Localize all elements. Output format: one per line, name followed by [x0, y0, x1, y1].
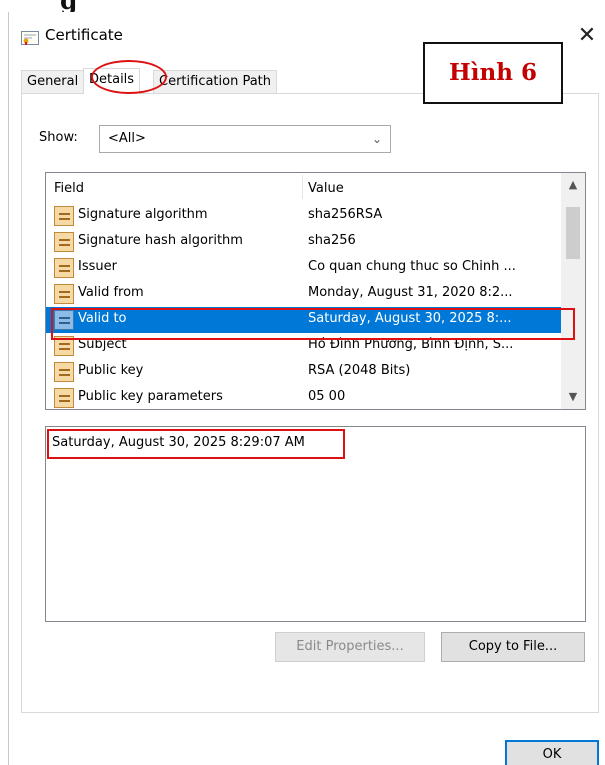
show-dropdown-value: <All>: [108, 131, 146, 146]
list-row[interactable]: Signature algorithm sha256RSA: [46, 203, 561, 229]
field-icon: [54, 310, 74, 330]
list-header: Field Value: [46, 173, 561, 201]
list-row[interactable]: Issuer Co quan chung thuc so Chinh ...: [46, 255, 561, 281]
show-dropdown[interactable]: <All> ⌄: [99, 125, 391, 153]
scroll-down-arrow-icon[interactable]: ▼: [561, 385, 585, 409]
row-field: Valid from: [78, 285, 144, 300]
show-label: Show:: [39, 130, 78, 145]
ok-button[interactable]: OK: [505, 740, 599, 765]
field-icon: [54, 206, 74, 226]
tab-certification-path[interactable]: Certification Path: [153, 70, 278, 94]
list-row[interactable]: Public key parameters 05 00: [46, 385, 561, 409]
column-divider: [302, 175, 303, 199]
scroll-up-arrow-icon[interactable]: ▲: [561, 173, 585, 197]
row-value: Hồ Đình Phương, Bình Định, S...: [308, 337, 514, 352]
row-value: Monday, August 31, 2020 8:2...: [308, 285, 513, 300]
row-field: Issuer: [78, 259, 117, 274]
row-field: Valid to: [78, 311, 127, 326]
row-value: Co quan chung thuc so Chinh ...: [308, 259, 516, 274]
vertical-scrollbar[interactable]: ▲ ▼: [561, 173, 585, 409]
column-header-field[interactable]: Field: [54, 181, 84, 196]
list-row[interactable]: Subject Hồ Đình Phương, Bình Định, S...: [46, 333, 561, 359]
field-icon: [54, 388, 74, 408]
certificate-icon: [21, 31, 39, 45]
fields-list[interactable]: Field Value Signature algorithm sha256RS…: [45, 172, 586, 410]
row-field: Subject: [78, 337, 127, 352]
row-field: Signature hash algorithm: [78, 233, 243, 248]
value-detail-box[interactable]: Saturday, August 30, 2025 8:29:07 AM: [45, 426, 586, 622]
row-field: Public key: [78, 363, 144, 378]
window-title: Certificate: [45, 26, 123, 44]
list-row[interactable]: Public key RSA (2048 Bits): [46, 359, 561, 385]
field-icon: [54, 362, 74, 382]
close-button[interactable]: ✕: [569, 20, 605, 52]
row-value: Saturday, August 30, 2025 8:...: [308, 311, 512, 326]
field-icon: [54, 336, 74, 356]
list-row-selected[interactable]: Valid to Saturday, August 30, 2025 8:...: [46, 307, 561, 333]
chevron-down-icon: ⌄: [371, 132, 382, 146]
certificate-dialog: Certificate ✕ General Details Certificat…: [8, 12, 605, 765]
list-rows: Signature algorithm sha256RSA Signature …: [46, 203, 561, 409]
list-row[interactable]: Valid from Monday, August 31, 2020 8:2..…: [46, 281, 561, 307]
figure-label: Hình 6: [423, 42, 563, 104]
scroll-thumb[interactable]: [566, 207, 580, 259]
field-icon: [54, 284, 74, 304]
row-field: Signature algorithm: [78, 207, 208, 222]
column-header-value[interactable]: Value: [308, 181, 344, 196]
field-icon: [54, 258, 74, 278]
row-value: 05 00: [308, 389, 346, 404]
copy-to-file-button[interactable]: Copy to File...: [441, 632, 585, 662]
tab-details[interactable]: Details: [83, 68, 141, 94]
edit-properties-button[interactable]: Edit Properties...: [275, 632, 425, 662]
field-icon: [54, 232, 74, 252]
row-field: Public key parameters: [78, 389, 223, 404]
row-value: RSA (2048 Bits): [308, 363, 411, 378]
list-row[interactable]: Signature hash algorithm sha256: [46, 229, 561, 255]
row-value: sha256RSA: [308, 207, 383, 222]
detail-value-text: Saturday, August 30, 2025 8:29:07 AM: [52, 435, 305, 450]
row-value: sha256: [308, 233, 356, 248]
tab-general[interactable]: General: [21, 70, 85, 94]
